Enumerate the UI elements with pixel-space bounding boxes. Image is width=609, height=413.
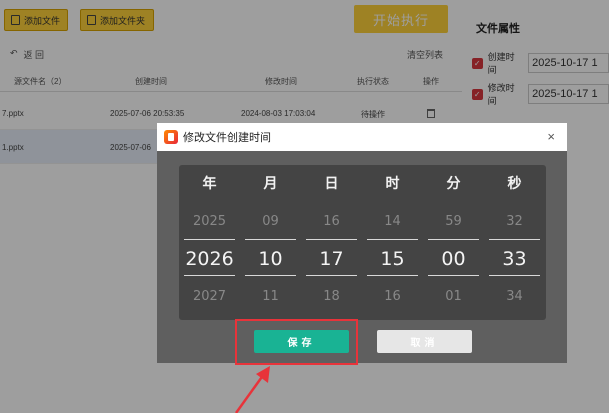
dialog-header: 修改文件创建时间 × [157, 123, 567, 151]
selection-line [489, 239, 540, 240]
selection-line [428, 239, 479, 240]
month-wheel[interactable]: 月 09 10 11 [240, 165, 301, 320]
second-label: 秒 [507, 175, 522, 191]
selection-line [367, 275, 418, 276]
minute-wheel[interactable]: 分 59 00 01 [423, 165, 484, 320]
pointer-arrow-icon [234, 366, 270, 413]
hour-prev[interactable]: 14 [362, 214, 423, 229]
year-current[interactable]: 2026 [179, 248, 240, 270]
close-icon[interactable]: × [547, 129, 555, 144]
edit-created-time-dialog: 修改文件创建时间 × 年 2025 2026 2027 月 09 10 11 日… [157, 123, 567, 363]
year-wheel[interactable]: 年 2025 2026 2027 [179, 165, 240, 320]
year-prev[interactable]: 2025 [179, 214, 240, 229]
selection-line [306, 239, 357, 240]
day-wheel[interactable]: 日 16 17 18 [301, 165, 362, 320]
selection-line [306, 275, 357, 276]
selection-line [184, 275, 235, 276]
minute-current[interactable]: 00 [423, 248, 484, 270]
app-logo-icon [164, 130, 178, 144]
second-prev[interactable]: 32 [484, 214, 545, 229]
day-label: 日 [324, 175, 339, 191]
day-current[interactable]: 17 [301, 248, 362, 270]
minute-label: 分 [446, 175, 461, 191]
selection-line [245, 239, 296, 240]
hour-label: 时 [385, 175, 400, 191]
day-prev[interactable]: 16 [301, 214, 362, 229]
datetime-picker: 年 2025 2026 2027 月 09 10 11 日 16 17 18 时… [179, 165, 546, 320]
cancel-button[interactable]: 取消 [377, 330, 472, 353]
minute-prev[interactable]: 59 [423, 214, 484, 229]
month-prev[interactable]: 09 [240, 214, 301, 229]
second-wheel[interactable]: 秒 32 33 34 [484, 165, 545, 320]
hour-wheel[interactable]: 时 14 15 16 [362, 165, 423, 320]
day-next[interactable]: 18 [301, 289, 362, 304]
selection-line [245, 275, 296, 276]
minute-next[interactable]: 01 [423, 289, 484, 304]
highlight-box [235, 319, 358, 365]
hour-current[interactable]: 15 [362, 248, 423, 270]
selection-line [489, 275, 540, 276]
selection-line [367, 239, 418, 240]
year-label: 年 [202, 175, 217, 191]
second-next[interactable]: 34 [484, 289, 545, 304]
month-current[interactable]: 10 [240, 248, 301, 270]
selection-line [184, 239, 235, 240]
year-next[interactable]: 2027 [179, 289, 240, 304]
hour-next[interactable]: 16 [362, 289, 423, 304]
second-current[interactable]: 33 [484, 248, 545, 270]
selection-line [428, 275, 479, 276]
dialog-title: 修改文件创建时间 [183, 132, 271, 144]
month-label: 月 [263, 175, 278, 191]
month-next[interactable]: 11 [240, 289, 301, 304]
